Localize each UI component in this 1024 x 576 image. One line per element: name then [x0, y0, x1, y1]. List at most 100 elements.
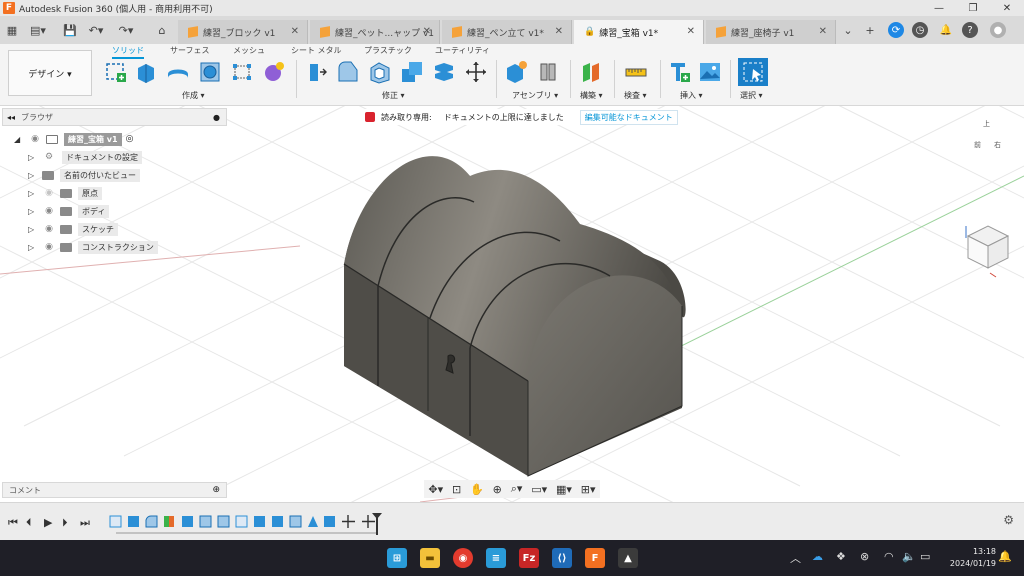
close-icon[interactable]: ✕ [819, 26, 827, 37]
collapse-icon[interactable]: ◂◂ [7, 113, 15, 122]
eye-icon[interactable]: ◉ [28, 134, 42, 144]
construct-group-label[interactable]: 構築 ▾ [580, 90, 603, 101]
start-windows-icon[interactable]: ⊞ [387, 548, 407, 568]
add-comment-icon[interactable]: ⊕ [212, 485, 220, 495]
browser-item-construction[interactable]: ▷ ◉ コンストラクション [28, 239, 158, 255]
app-grid-icon[interactable]: ▦ [4, 22, 20, 38]
expand-arrow-icon[interactable]: ◢ [14, 135, 24, 144]
measure-icon[interactable] [624, 60, 648, 84]
step-forward-icon[interactable]: ⏵ [62, 516, 68, 530]
split-body-icon[interactable] [432, 60, 456, 84]
close-icon[interactable]: ✕ [291, 26, 299, 37]
orbit-icon[interactable]: ✥▾ [428, 483, 443, 496]
onedrive-icon[interactable]: ☁ [812, 550, 823, 563]
dropbox-icon[interactable]: ❖ [836, 550, 846, 563]
tray-chevron-icon[interactable]: ︿ [790, 550, 801, 566]
pattern-icon[interactable] [230, 60, 254, 84]
eye-icon[interactable]: ◉ [42, 224, 56, 234]
expand-arrow-icon[interactable]: ▷ [28, 171, 38, 180]
fit-icon[interactable]: ⌕▾ [511, 482, 523, 496]
expand-arrow-icon[interactable]: ▷ [28, 243, 38, 252]
view-cube[interactable] [965, 225, 1010, 278]
close-icon[interactable]: ✕ [555, 26, 563, 37]
new-tab-icon[interactable]: + [862, 22, 878, 38]
modify-group-label[interactable]: 修正 ▾ [382, 90, 405, 101]
go-to-end-icon[interactable]: ⏭ [80, 516, 90, 530]
browser-item-named-views[interactable]: ▷ 名前の付いたビュー [28, 167, 140, 183]
extrude-icon[interactable] [134, 60, 158, 84]
fusion360-taskbar-icon[interactable]: F [585, 548, 605, 568]
fillet-icon[interactable] [336, 60, 360, 84]
tab-block[interactable]: 練習_ブロック v1 ✕ [178, 20, 308, 44]
viewports-icon[interactable]: ⊞▾ [581, 483, 596, 496]
browser-item-sketches[interactable]: ▷ ◉ スケッチ [28, 221, 118, 237]
expand-arrow-icon[interactable]: ▷ [28, 153, 38, 162]
inkscape-icon[interactable]: ▲ [618, 548, 638, 568]
home-icon[interactable]: ⌂ [154, 22, 170, 38]
browser-item-bodies[interactable]: ▷ ◉ ボディ [28, 203, 110, 219]
expand-arrow-icon[interactable]: ▷ [28, 189, 38, 198]
create-sketch-icon[interactable] [104, 60, 128, 84]
new-component-icon[interactable] [504, 60, 528, 84]
inspect-group-label[interactable]: 検査 ▾ [624, 90, 647, 101]
tab-utility[interactable]: ユーティリティ [435, 45, 490, 56]
workspace-switcher[interactable]: デザイン ▾ [8, 50, 92, 96]
editable-document-link[interactable]: 編集可能なドキュメント [579, 109, 678, 125]
eye-icon[interactable]: ◉ [42, 242, 56, 252]
select-icon[interactable] [738, 58, 768, 86]
shell-icon[interactable] [368, 60, 392, 84]
display-settings-icon[interactable]: ▭▾ [531, 483, 547, 496]
tab-solid[interactable]: ソリッド [112, 45, 144, 59]
system-clock[interactable]: 13:18 2024/01/19 [950, 546, 996, 570]
press-pull-icon[interactable] [304, 60, 328, 84]
tab-plastic[interactable]: プラスチック [364, 45, 412, 56]
step-back-icon[interactable]: ⏴ [26, 516, 32, 530]
close-icon[interactable]: ✕ [687, 26, 695, 37]
grid-settings-icon[interactable]: ▦▾ [556, 483, 572, 496]
notepad-icon[interactable]: ≡ [486, 548, 506, 568]
redo-icon[interactable]: ↷▾ [118, 22, 134, 38]
look-at-icon[interactable]: ⊡ [452, 483, 461, 496]
notifications-bell-icon[interactable]: 🔔 [998, 550, 1012, 563]
close-button[interactable]: ✕ [990, 0, 1024, 16]
create-group-label[interactable]: 作成 ▾ [182, 90, 205, 101]
clock-icon[interactable]: ◷ [912, 22, 928, 38]
browser-panel-header[interactable]: ◂◂ ブラウザ ● [2, 108, 227, 126]
canvas-viewport[interactable]: 上 前 右 [0, 0, 1024, 547]
tray-app-icon[interactable]: ⊗ [860, 550, 869, 563]
play-icon[interactable]: ▶ [44, 516, 52, 529]
tab-pen-stand[interactable]: 練習_ペン立て v1* ✕ [442, 20, 572, 44]
browser-item-document-settings[interactable]: ▷ ⚙ ドキュメントの設定 [28, 149, 142, 165]
tab-sheet-metal[interactable]: シート メタル [291, 45, 342, 56]
move-copy-icon[interactable] [464, 60, 488, 84]
speaker-icon[interactable]: 🔈 [902, 550, 916, 563]
treasure-chest-model[interactable] [343, 156, 686, 477]
go-to-start-icon[interactable]: ⏮ [8, 516, 18, 530]
activate-radio-icon[interactable]: ◎ [126, 134, 134, 144]
offset-plane-icon[interactable] [580, 60, 604, 84]
chrome-icon[interactable]: ◉ [453, 548, 473, 568]
joint-icon[interactable] [536, 60, 560, 84]
zoom-icon[interactable]: ⊕ [493, 483, 502, 496]
minimize-button[interactable]: — [922, 0, 956, 16]
revolve-icon[interactable] [166, 60, 190, 84]
tab-treasure-box[interactable]: 🔒 練習_宝箱 v1* ✕ [574, 20, 704, 44]
insert-canvas-icon[interactable] [698, 60, 722, 84]
expand-arrow-icon[interactable]: ▷ [28, 225, 38, 234]
browser-root-item[interactable]: ◢ ◉ 練習_宝箱 v1 ◎ [14, 131, 133, 147]
undo-icon[interactable]: ↶▾ [88, 22, 104, 38]
tab-mesh[interactable]: メッシュ [233, 45, 265, 56]
avatar[interactable]: ● [990, 22, 1006, 38]
insert-derive-icon[interactable] [668, 60, 692, 84]
create-form-icon[interactable] [262, 60, 286, 84]
tab-list-icon[interactable]: ⌄ [840, 22, 856, 38]
minimize-panel-icon[interactable]: ● [213, 113, 220, 122]
file-menu-icon[interactable]: ▤▾ [30, 22, 46, 38]
save-icon[interactable]: 💾 [62, 22, 78, 38]
tab-floor-chair[interactable]: 練習_座椅子 v1 ✕ [706, 20, 836, 44]
eye-hidden-icon[interactable]: ◉ [42, 188, 56, 198]
battery-icon[interactable]: ▭ [920, 550, 930, 563]
pan-icon[interactable]: ✋ [470, 483, 484, 496]
vscode-icon[interactable]: ⟨⟩ [552, 548, 572, 568]
timeline-settings-gear-icon[interactable]: ⚙ [1003, 513, 1014, 527]
